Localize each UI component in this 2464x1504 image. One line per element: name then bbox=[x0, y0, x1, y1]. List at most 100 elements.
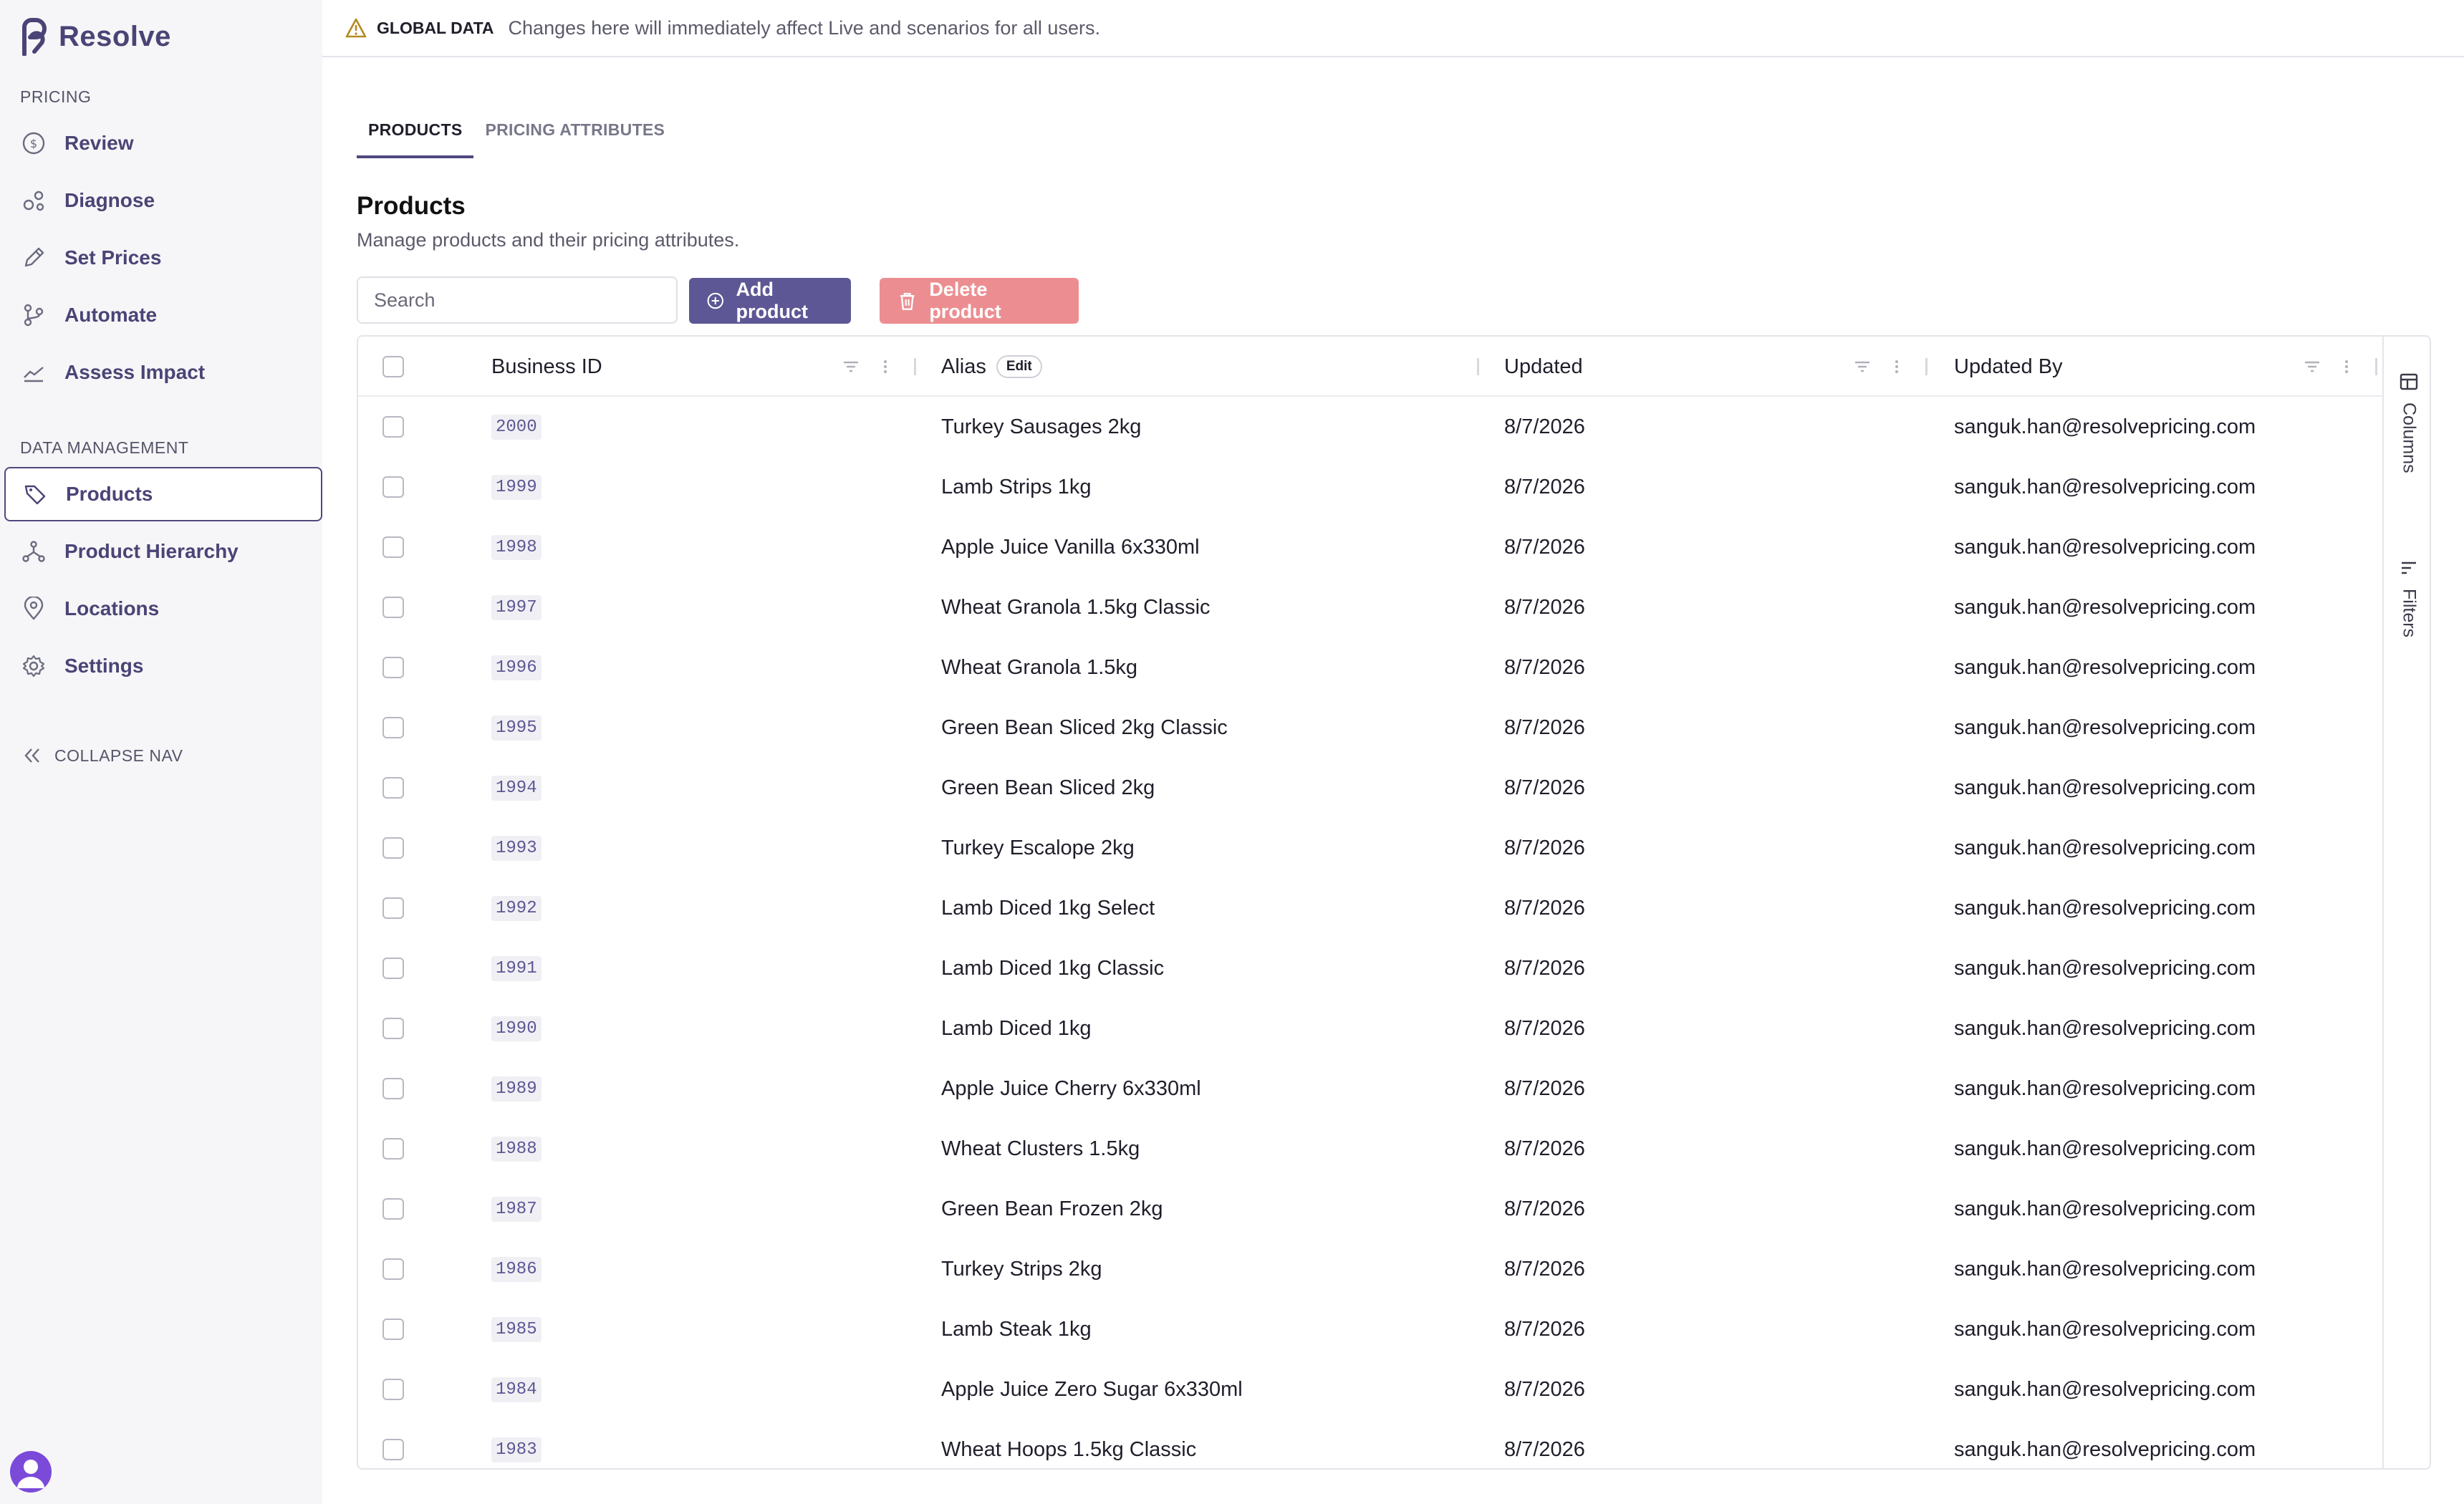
row-checkbox[interactable] bbox=[382, 1138, 404, 1160]
filter-icon[interactable] bbox=[1851, 355, 1874, 378]
nav-item-product-hierarchy[interactable]: Product Hierarchy bbox=[4, 524, 322, 579]
table-row[interactable]: 1983 Wheat Hoops 1.5kg Classic 8/7/2026 san… bbox=[358, 1419, 2382, 1468]
nav-item-diagnose[interactable]: Diagnose bbox=[4, 173, 322, 228]
table-row[interactable]: 1984 Apple Juice Zero Sugar 6x330ml 8/7/20… bbox=[358, 1359, 2382, 1419]
table-row[interactable]: 1992 Lamb Diced 1kg Select 8/7/2026 sanguk.… bbox=[358, 878, 2382, 938]
alias-cell[interactable]: Apple Juice Vanilla 6x330ml bbox=[941, 517, 1200, 577]
table-row[interactable]: 1995 Green Bean Sliced 2kg Classic 8/7/202… bbox=[358, 698, 2382, 758]
alias-cell[interactable]: Apple Juice Cherry 6x330ml bbox=[941, 1059, 1201, 1119]
alias-cell[interactable]: Turkey Strips 2kg bbox=[941, 1239, 1102, 1299]
row-checkbox[interactable] bbox=[382, 1439, 404, 1460]
alias-cell[interactable]: Lamb Steak 1kg bbox=[941, 1299, 1092, 1359]
alias-cell[interactable]: Lamb Diced 1kg Select bbox=[941, 878, 1155, 938]
row-checkbox[interactable] bbox=[382, 717, 404, 738]
column-resize-handle[interactable] bbox=[1925, 358, 1928, 375]
column-header-alias[interactable]: Alias Edit bbox=[941, 337, 1042, 397]
row-checkbox[interactable] bbox=[382, 597, 404, 618]
column-menu-icon[interactable] bbox=[874, 355, 897, 378]
table-row[interactable]: 1993 Turkey Escalope 2kg 8/7/2026 sanguk.ha… bbox=[358, 818, 2382, 878]
user-avatar[interactable] bbox=[10, 1451, 52, 1493]
alias-cell[interactable]: Apple Juice Zero Sugar 6x330ml bbox=[941, 1359, 1243, 1419]
alias-cell[interactable]: Lamb Strips 1kg bbox=[941, 457, 1092, 517]
columns-panel-toggle[interactable]: Columns bbox=[2384, 371, 2430, 473]
table-row[interactable]: 1988 Wheat Clusters 1.5kg 8/7/2026 sanguk.h… bbox=[358, 1119, 2382, 1179]
table-row[interactable]: 1986 Turkey Strips 2kg 8/7/2026 sanguk.han@… bbox=[358, 1239, 2382, 1299]
branch-icon bbox=[20, 302, 47, 329]
table-row[interactable]: 1989 Apple Juice Cherry 6x330ml 8/7/2026 sa… bbox=[358, 1059, 2382, 1119]
tab-products[interactable]: PRODUCTS bbox=[357, 115, 474, 158]
row-checkbox[interactable] bbox=[382, 837, 404, 859]
row-checkbox[interactable] bbox=[382, 1018, 404, 1039]
row-checkbox[interactable] bbox=[382, 958, 404, 979]
alias-cell[interactable]: Wheat Granola 1.5kg Classic bbox=[941, 577, 1211, 637]
select-all-checkbox[interactable] bbox=[382, 356, 404, 377]
filters-panel-toggle[interactable]: Filters bbox=[2384, 557, 2430, 637]
table-row[interactable]: 1994 Green Bean Sliced 2kg 8/7/2026 sanguk.… bbox=[358, 758, 2382, 818]
delete-product-button[interactable]: Delete product bbox=[880, 278, 1079, 324]
alias-cell[interactable]: Wheat Clusters 1.5kg bbox=[941, 1119, 1140, 1179]
search-input[interactable] bbox=[357, 276, 678, 324]
tab-pricing-attributes[interactable]: PRICING ATTRIBUTES bbox=[473, 115, 676, 158]
alias-cell[interactable]: Lamb Diced 1kg Classic bbox=[941, 938, 1164, 998]
add-product-button[interactable]: Add product bbox=[689, 278, 851, 324]
sidebar: Resolve PRICING $ Review Diagnose Set Pr… bbox=[0, 0, 322, 1504]
collapse-nav-button[interactable]: COLLAPSE NAV bbox=[21, 745, 183, 766]
alias-cell[interactable]: Wheat Hoops 1.5kg Classic bbox=[941, 1419, 1196, 1468]
edit-badge[interactable]: Edit bbox=[996, 355, 1042, 378]
row-checkbox[interactable] bbox=[382, 657, 404, 678]
nav-label: Products bbox=[66, 483, 153, 505]
alias-cell[interactable]: Green Bean Sliced 2kg bbox=[941, 758, 1155, 818]
row-checkbox[interactable] bbox=[382, 777, 404, 799]
table-row[interactable]: 1996 Wheat Granola 1.5kg 8/7/2026 sanguk.ha… bbox=[358, 637, 2382, 698]
row-checkbox[interactable] bbox=[382, 1379, 404, 1400]
nav-item-review[interactable]: $ Review bbox=[4, 116, 322, 170]
updated-cell: 8/7/2026 bbox=[1504, 1197, 1585, 1220]
column-resize-handle[interactable] bbox=[914, 358, 916, 375]
updated-cell: 8/7/2026 bbox=[1504, 896, 1585, 920]
row-checkbox[interactable] bbox=[382, 476, 404, 498]
columns-icon bbox=[2400, 373, 2418, 390]
app-logo[interactable]: Resolve bbox=[19, 17, 171, 56]
column-menu-icon[interactable] bbox=[1885, 355, 1908, 378]
column-resize-handle[interactable] bbox=[1477, 358, 1479, 375]
nav-item-products[interactable]: Products bbox=[4, 467, 322, 521]
updated-cell: 8/7/2026 bbox=[1504, 836, 1585, 859]
filter-icon[interactable] bbox=[839, 355, 862, 378]
row-checkbox[interactable] bbox=[382, 1078, 404, 1099]
table-row[interactable]: 1990 Lamb Diced 1kg 8/7/2026 sanguk.han@res… bbox=[358, 998, 2382, 1059]
collapse-nav-label: COLLAPSE NAV bbox=[54, 746, 183, 765]
updated-by-cell: sanguk.han@resolvepricing.com bbox=[1954, 1016, 2256, 1040]
column-menu-icon[interactable] bbox=[2335, 355, 2358, 378]
row-checkbox[interactable] bbox=[382, 416, 404, 438]
row-checkbox[interactable] bbox=[382, 1258, 404, 1280]
row-checkbox[interactable] bbox=[382, 1198, 404, 1220]
table-row[interactable]: 1987 Green Bean Frozen 2kg 8/7/2026 sanguk.… bbox=[358, 1179, 2382, 1239]
business-id-cell: 1992 bbox=[491, 895, 542, 921]
updated-by-cell: sanguk.han@resolvepricing.com bbox=[1954, 1317, 2256, 1341]
row-checkbox[interactable] bbox=[382, 536, 404, 558]
column-resize-handle[interactable] bbox=[2375, 358, 2377, 375]
table-row[interactable]: 1991 Lamb Diced 1kg Classic 8/7/2026 sanguk… bbox=[358, 938, 2382, 998]
nav-item-automate[interactable]: Automate bbox=[4, 288, 322, 342]
alias-cell[interactable]: Lamb Diced 1kg bbox=[941, 998, 1092, 1059]
filter-icon[interactable] bbox=[2301, 355, 2324, 378]
nav-item-set-prices[interactable]: Set Prices bbox=[4, 231, 322, 285]
nav-item-locations[interactable]: Locations bbox=[4, 582, 322, 636]
table-row[interactable]: 1999 Lamb Strips 1kg 8/7/2026 sanguk.han@re… bbox=[358, 457, 2382, 517]
table-row[interactable]: 1997 Wheat Granola 1.5kg Classic 8/7/2026 s… bbox=[358, 577, 2382, 637]
alias-cell[interactable]: Green Bean Frozen 2kg bbox=[941, 1179, 1163, 1239]
alias-cell[interactable]: Turkey Sausages 2kg bbox=[941, 397, 1141, 457]
row-checkbox[interactable] bbox=[382, 1319, 404, 1340]
alias-cell[interactable]: Green Bean Sliced 2kg Classic bbox=[941, 698, 1228, 758]
alias-cell[interactable]: Turkey Escalope 2kg bbox=[941, 818, 1135, 878]
table-row[interactable]: 1985 Lamb Steak 1kg 8/7/2026 sanguk.han@res… bbox=[358, 1299, 2382, 1359]
alias-cell[interactable]: Wheat Granola 1.5kg bbox=[941, 637, 1137, 698]
column-header-updated[interactable]: Updated bbox=[1504, 337, 1583, 397]
nav-item-assess-impact[interactable]: Assess Impact bbox=[4, 345, 322, 400]
nav-item-settings[interactable]: Settings bbox=[4, 639, 322, 693]
column-header-updated-by[interactable]: Updated By bbox=[1954, 337, 2063, 397]
table-row[interactable]: 2000 Turkey Sausages 2kg 8/7/2026 sanguk.ha… bbox=[358, 397, 2382, 457]
column-header-business-id[interactable]: Business ID bbox=[491, 337, 602, 397]
row-checkbox[interactable] bbox=[382, 897, 404, 919]
table-row[interactable]: 1998 Apple Juice Vanilla 6x330ml 8/7/2026 s… bbox=[358, 517, 2382, 577]
